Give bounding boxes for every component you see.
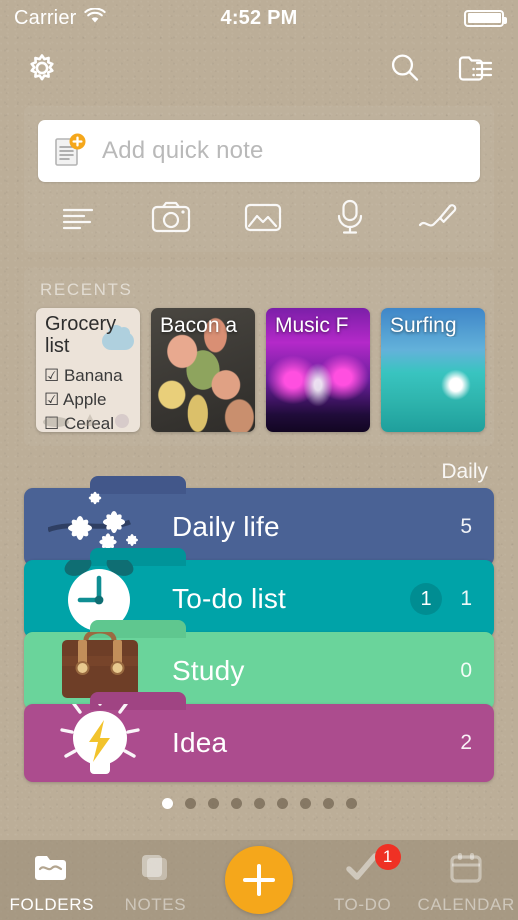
brush-icon[interactable] — [416, 199, 458, 235]
calendar-icon — [446, 852, 486, 889]
folder-name: Daily life — [172, 511, 280, 542]
carrier-label: Carrier — [14, 6, 77, 29]
page-dot[interactable] — [253, 798, 265, 809]
lightbulb-icon — [60, 704, 140, 774]
gear-icon[interactable] — [24, 50, 60, 86]
search-icon[interactable] — [388, 51, 422, 85]
tab-to-do[interactable]: 1 TO-DO — [311, 844, 415, 915]
quick-note-placeholder: Add quick note — [102, 137, 264, 164]
folder-count: 1 — [460, 587, 472, 610]
recent-photo-card[interactable]: Surfing — [381, 308, 485, 432]
page-dot[interactable] — [161, 798, 173, 809]
status-bar-right — [464, 9, 507, 27]
checklist-item: ☑ Banana — [44, 366, 123, 385]
page-dot[interactable] — [184, 798, 196, 809]
recent-photo-card[interactable]: Bacon a — [151, 308, 255, 432]
page-dot[interactable] — [276, 798, 288, 809]
microphone-icon[interactable] — [333, 198, 367, 236]
camera-icon[interactable] — [149, 199, 193, 235]
folder-badge: 1 — [410, 583, 442, 615]
recent-note-card[interactable]: Grocery list ☑ Banana ☑ Apple ☐ Cereal — [36, 308, 140, 432]
tab-folders[interactable]: FOLDERS — [0, 852, 104, 915]
quick-note-panel: Add quick note — [24, 106, 494, 252]
folder-name: Study — [172, 655, 245, 686]
folder-group-label: Daily — [441, 460, 488, 483]
recents-list: Grocery list ☑ Banana ☑ Apple ☐ Cereal B… — [36, 308, 485, 432]
battery-icon — [464, 9, 507, 27]
tab-label: TO-DO — [333, 895, 392, 914]
quick-note-toolbar — [38, 182, 480, 242]
add-button[interactable] — [224, 846, 293, 914]
folder-list: Daily life 5 To-do list 1 1 Study 0 Idea… — [24, 476, 494, 782]
folder-count: 0 — [460, 659, 472, 682]
status-bar: Carrier 4:52 PM — [0, 0, 518, 36]
tab-badge: 1 — [374, 844, 401, 870]
page-dot[interactable] — [345, 798, 357, 809]
pagination-dots — [0, 798, 518, 809]
recent-photo-title: Music F — [275, 315, 349, 337]
photo-icon[interactable] — [242, 200, 284, 234]
folder-icon — [32, 852, 72, 889]
tab-label: FOLDERS — [9, 895, 95, 914]
text-icon[interactable] — [60, 200, 100, 234]
recent-photo-card[interactable]: Music F — [266, 308, 370, 432]
folder-list-icon[interactable] — [456, 51, 494, 85]
page-dot[interactable] — [207, 798, 219, 809]
recents-title: RECENTS — [40, 280, 133, 299]
tab-label: NOTES — [124, 895, 187, 914]
folder-body: Idea 2 — [24, 704, 494, 782]
nav-bar — [0, 36, 518, 100]
nav-bar-actions — [388, 51, 494, 85]
wifi-icon — [83, 6, 106, 30]
notes-icon — [135, 852, 175, 889]
tab-calendar[interactable]: CALENDAR — [414, 852, 518, 915]
app-screen: Carrier 4:52 PM Add quick note RECENTS G… — [0, 0, 518, 920]
tab-label: CALENDAR — [417, 895, 515, 914]
tab-center-slot — [207, 846, 311, 914]
document-plus-icon — [54, 133, 88, 169]
recent-photo-title: Bacon a — [160, 315, 238, 337]
recents-section: RECENTS Grocery list ☑ Banana ☑ Apple ☐ … — [24, 268, 494, 446]
page-dot[interactable] — [299, 798, 311, 809]
bottom-tab-bar: FOLDERS NOTES 1 TO-DO CALENDAR — [0, 840, 518, 920]
folder-name: Idea — [172, 727, 228, 758]
page-dot[interactable] — [230, 798, 242, 809]
recent-photo-title: Surfing — [390, 315, 457, 337]
quick-note-input[interactable]: Add quick note — [38, 120, 480, 182]
folder-count: 2 — [460, 731, 472, 754]
folder-row-idea[interactable]: Idea 2 — [24, 692, 494, 782]
checkmark-icon: 1 — [341, 844, 401, 889]
doodle-decoration — [43, 414, 129, 428]
folder-name: To-do list — [172, 583, 287, 614]
recent-note-title: Grocery list — [45, 313, 117, 357]
folder-count: 5 — [460, 515, 472, 538]
tab-notes[interactable]: NOTES — [104, 852, 208, 915]
status-bar-left: Carrier — [14, 7, 106, 30]
page-dot[interactable] — [322, 798, 334, 809]
